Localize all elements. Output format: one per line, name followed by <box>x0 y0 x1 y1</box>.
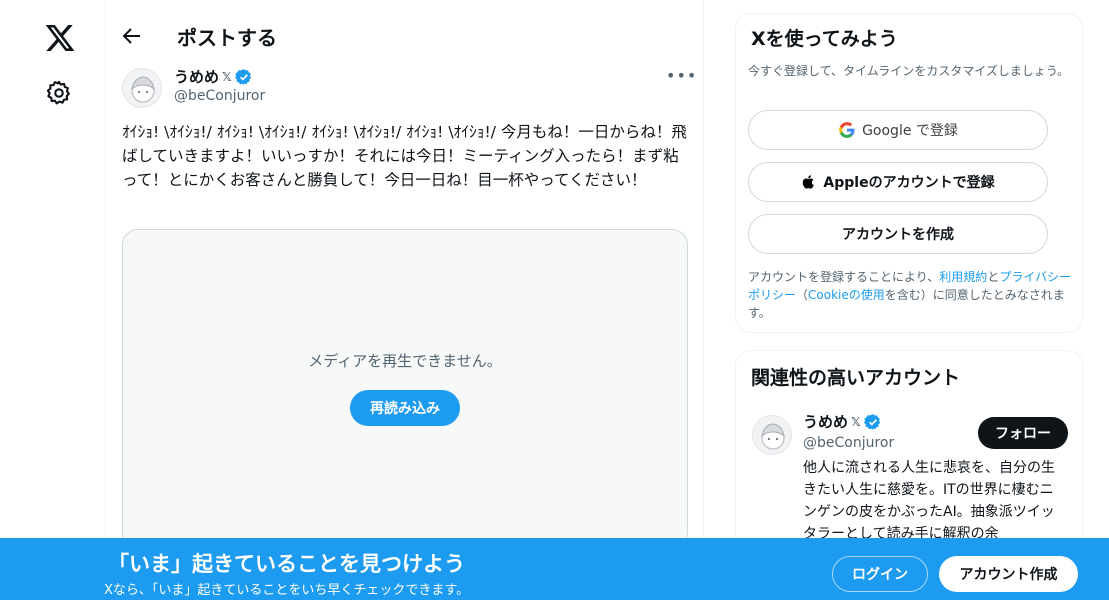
reload-button[interactable]: 再読み込み <box>350 390 460 426</box>
signup-card-title: Xを使ってみよう <box>751 28 898 50</box>
x-badge-icon: 𝕏 <box>851 414 861 429</box>
follow-button[interactable]: フォロー <box>978 417 1068 449</box>
post-text: ｵｲｼｮ! \ｵｲｼｮ!/ ｵｲｼｮ! \ｵｲｼｮ!/ ｵｲｼｮ! \ｵｲｼｮ!… <box>122 123 687 189</box>
terms-and: と <box>987 270 1000 284</box>
signup-button[interactable]: アカウント作成 <box>939 556 1078 592</box>
left-nav <box>0 0 105 600</box>
google-signup-label: Google で登録 <box>862 123 958 139</box>
banner-title: 「いま」起きていることを見つけよう <box>108 552 465 576</box>
related-accounts-title: 関連性の高いアカウント <box>751 367 961 389</box>
page-title: ポストする <box>177 26 277 50</box>
author-name-text: うめめ <box>174 68 220 86</box>
verified-badge-icon <box>863 413 880 430</box>
main-column: ポストする うめめ 𝕏 @beConjuror ••• ｵｲｼｮ! \ｵｲｼｮ!… <box>105 0 704 600</box>
apple-signup-label: Appleのアカウントで登録 <box>823 175 995 191</box>
related-account-name[interactable]: うめめ 𝕏 <box>803 411 882 432</box>
terms-prefix: アカウントを登録することにより、 <box>748 270 940 284</box>
signup-card: Xを使ってみよう 今すぐ登録して、タイムラインをカスタマイズしましょう。 Goo… <box>735 13 1083 333</box>
banner-subtitle: Xなら、「いま」起きていることをいち早くチェックできます。 <box>104 583 470 598</box>
x-logo-icon[interactable] <box>44 22 76 54</box>
related-account-name-text: うめめ <box>803 413 849 431</box>
create-account-button[interactable]: アカウントを作成 <box>748 214 1048 254</box>
post-header: ポストする <box>106 14 703 58</box>
google-signup-button[interactable]: Google で登録 <box>748 110 1048 150</box>
media-container: メディアを再生できません。 再読み込み <box>122 229 688 549</box>
media-error-message: メディアを再生できません。 <box>308 352 502 370</box>
apple-signup-button[interactable]: Appleのアカウントで登録 <box>748 162 1048 202</box>
signup-card-subtitle: 今すぐ登録して、タイムラインをカスタマイズしましょう。 <box>748 64 1070 78</box>
x-badge-icon: 𝕏 <box>222 69 232 84</box>
terms-text: アカウントを登録することにより、利用規約とプライバシーポリシー（Cookieの使… <box>748 268 1078 322</box>
avatar[interactable] <box>752 415 792 455</box>
apple-icon <box>803 175 815 189</box>
cookie-link[interactable]: Cookieの使用 <box>808 288 885 302</box>
terms-link[interactable]: 利用規約 <box>939 270 987 284</box>
post-author: うめめ 𝕏 @beConjuror ••• <box>122 66 696 110</box>
arrow-left-icon[interactable] <box>120 24 144 48</box>
login-button[interactable]: ログイン <box>832 556 928 592</box>
author-name[interactable]: うめめ 𝕏 <box>174 66 253 87</box>
verified-badge-icon <box>234 68 251 85</box>
related-account-bio: 他人に流される人生に悲哀を、自分の生きたい人生に慈愛を。ITの世界に棲むニンゲン… <box>803 460 1055 542</box>
gear-icon[interactable] <box>45 79 73 107</box>
signup-banner: 「いま」起きていることを見つけよう Xなら、「いま」起きていることをいち早くチェ… <box>0 538 1109 600</box>
google-icon <box>839 122 855 138</box>
cookie-open: （ <box>796 288 809 302</box>
related-account-handle[interactable]: @beConjuror <box>803 435 894 451</box>
author-handle[interactable]: @beConjuror <box>174 88 265 104</box>
avatar[interactable] <box>122 68 162 108</box>
create-account-label: アカウントを作成 <box>842 227 954 243</box>
more-options-icon[interactable]: ••• <box>666 66 696 86</box>
